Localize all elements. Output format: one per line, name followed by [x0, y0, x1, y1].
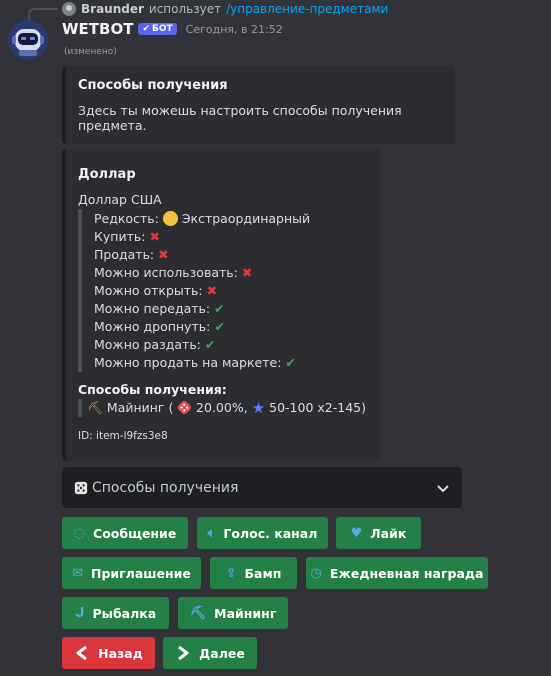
verified-check-icon: ✔: [142, 24, 150, 34]
cross-icon: ✖: [206, 282, 218, 298]
property-label: Можно раздать:: [94, 337, 201, 353]
fishing-hook-icon: ᒍ: [74, 605, 85, 621]
button-label: Назад: [98, 645, 143, 661]
reply-command[interactable]: /управление-предметами: [226, 2, 388, 16]
embed-item-info: Доллар Доллар США Редкость: Экстраордина…: [62, 149, 380, 461]
button-invite[interactable]: ✉ Приглашение: [62, 557, 201, 589]
dice-icon: [74, 481, 88, 494]
pickaxe-icon: ⛏: [189, 605, 207, 621]
button-fishing[interactable]: ᒍ Рыбалка: [62, 597, 169, 629]
reply-username[interactable]: Braunder: [81, 2, 144, 16]
bot-tag: ✔ БОТ: [138, 23, 177, 35]
bot-tag-label: БОТ: [152, 24, 173, 34]
ways-select-menu[interactable]: Способы получения: [62, 467, 462, 508]
button-label: Ежедневная награда: [329, 565, 484, 581]
ways-list: ⛏ Майнинг ( 20.00%, ★ 50-100 x2-145): [78, 398, 366, 417]
select-label: Способы получения: [92, 479, 239, 496]
button-like[interactable]: ♥ Лайк: [336, 517, 421, 549]
property-row: Можно дропнуть: ✔: [94, 318, 366, 336]
way-chance: 20.00%,: [196, 400, 248, 416]
property-row: Можно использовать: ✖: [94, 263, 366, 281]
reply-context[interactable]: Braunder использует /управление-предмета…: [28, 0, 388, 24]
property-row: Можно продать на маркете: ✔: [94, 354, 366, 372]
property-row: Можно передать: ✔: [94, 299, 366, 317]
button-label: Далее: [199, 645, 245, 661]
arrow-right-icon: [178, 645, 189, 661]
property-label: Продать:: [94, 246, 155, 262]
ways-title: Способы получения:: [78, 381, 227, 397]
upload-icon: ⇪: [225, 565, 237, 581]
rarity-coin-icon: [162, 210, 178, 226]
pickaxe-icon: ⛏: [87, 399, 103, 415]
item-properties: Редкость: Экстраординарный Купить: ✖ Про…: [78, 209, 366, 372]
embed-description: Здесь ты можешь настроить способы получе…: [78, 103, 402, 133]
button-message[interactable]: ◌ Сообщение: [62, 517, 188, 549]
button-label: Голос. канал: [223, 525, 318, 541]
item-title: Доллар: [78, 167, 136, 182]
chevron-down-icon[interactable]: [436, 481, 450, 495]
check-icon: ✔: [214, 301, 225, 317]
property-row: Можно раздать: ✔: [94, 336, 366, 354]
property-row: Можно открыть: ✖: [94, 281, 366, 299]
cross-icon: ✖: [158, 246, 169, 262]
rarity-label: Редкость:: [94, 210, 159, 226]
star-icon: ★: [251, 398, 266, 417]
bot-avatar[interactable]: [8, 20, 48, 60]
property-label: Можно дропнуть:: [94, 319, 211, 335]
property-label: Можно использовать:: [94, 264, 238, 280]
item-subtitle: Доллар США: [78, 192, 162, 207]
open-paren: (: [168, 400, 174, 416]
arrow-left-icon: [76, 645, 88, 661]
property-label: Можно продать на маркете:: [94, 355, 282, 371]
timestamp[interactable]: Сегодня, в 21:52: [186, 23, 283, 36]
way-amount: 50-100 x2-145): [269, 400, 366, 416]
heart-icon: ♥: [350, 525, 363, 541]
check-icon: ✔: [285, 355, 296, 371]
check-icon: ✔: [204, 337, 216, 353]
cross-icon: ✖: [241, 264, 253, 280]
speaker-icon: 🔈︎: [207, 525, 216, 541]
embed-ways-intro: Способы получения Здесь ты можешь настро…: [62, 66, 455, 144]
dice-red-icon: [178, 401, 192, 415]
button-label: Рыбалка: [92, 605, 157, 621]
property-rarity: Редкость: Экстраординарный: [94, 209, 366, 227]
envelope-icon: ✉: [72, 565, 83, 581]
property-label: Купить:: [94, 228, 146, 244]
button-label: Майнинг: [214, 605, 277, 621]
button-next[interactable]: Далее: [163, 637, 257, 669]
cross-icon: ✖: [149, 228, 160, 244]
button-label: Лайк: [370, 525, 407, 541]
button-daily[interactable]: ◷ Ежедневная награда: [306, 557, 488, 589]
bot-username[interactable]: WETBOT: [62, 20, 133, 38]
edited-label: (изменено): [64, 47, 117, 57]
way-row: ⛏ Майнинг ( 20.00%, ★ 50-100 x2-145): [87, 399, 366, 417]
reply-avatar[interactable]: [62, 2, 76, 16]
button-mining[interactable]: ⛏ Майнинг: [178, 597, 288, 629]
button-voice[interactable]: 🔈︎ Голос. канал: [197, 517, 328, 549]
property-row: Продать: ✖: [94, 245, 366, 263]
button-label: Приглашение: [90, 565, 191, 581]
check-icon: ✔: [214, 319, 225, 335]
property-label: Можно передать:: [94, 301, 211, 317]
message-header: WETBOT ✔ БОТ Сегодня, в 21:52: [62, 20, 283, 38]
chat-bubble-icon: ◌: [73, 525, 86, 541]
way-name: Майнинг: [106, 400, 165, 416]
item-id-footer: ID: item-l9fzs3e8: [78, 429, 168, 442]
clock-icon: ◷: [310, 565, 322, 581]
property-row: Купить: ✖: [94, 227, 366, 245]
button-label: Сообщение: [93, 525, 177, 541]
reply-action: использует: [148, 2, 222, 16]
button-bump[interactable]: ⇪ Бамп: [210, 557, 297, 589]
button-back[interactable]: Назад: [62, 637, 155, 669]
button-label: Бамп: [244, 565, 282, 581]
property-label: Можно открыть:: [94, 282, 203, 298]
embed-title: Способы получения: [78, 78, 228, 93]
rarity-value: Экстраординарный: [181, 210, 311, 226]
